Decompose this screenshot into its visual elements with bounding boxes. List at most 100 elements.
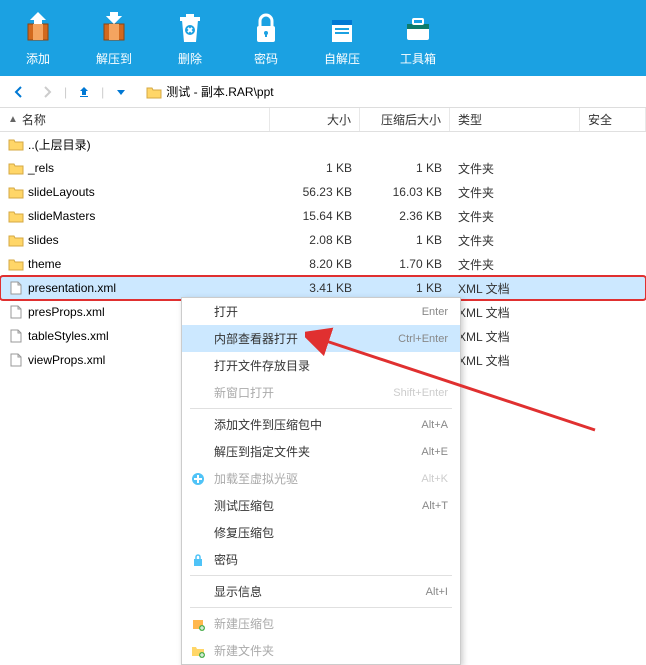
menu-shortcut: Ctrl+Enter (398, 333, 448, 345)
sfx-icon (324, 10, 360, 46)
menu-separator (190, 408, 452, 409)
menu-item[interactable]: 密码 (182, 546, 460, 573)
column-packed[interactable]: 压缩后大小 (360, 108, 450, 131)
toolbar-delete[interactable]: 删除 (152, 4, 228, 72)
menu-item: 新建文件夹 (182, 637, 460, 664)
menu-separator (190, 607, 452, 608)
file-row[interactable]: ..(上层目录) (0, 132, 646, 156)
toolbar-label: 密码 (254, 50, 278, 67)
menu-item[interactable]: 修复压缩包 (182, 519, 460, 546)
toolbar-extract[interactable]: 解压到 (76, 4, 152, 72)
file-row[interactable]: slideMasters15.64 KB2.36 KB文件夹 (0, 204, 646, 228)
file-type: XML 文档 (450, 352, 580, 369)
file-name: viewProps.xml (28, 353, 105, 367)
menu-item[interactable]: 打开Enter (182, 298, 460, 325)
menu-label: 内部查看器打开 (214, 330, 398, 347)
file-row[interactable]: slideLayouts56.23 KB16.03 KB文件夹 (0, 180, 646, 204)
menu-item[interactable]: 解压到指定文件夹Alt+E (182, 438, 460, 465)
menu-shortcut: Alt+T (422, 500, 448, 512)
file-name: slideLayouts (28, 185, 95, 199)
file-packed: 1 KB (360, 161, 450, 175)
menu-item: 加载至虚拟光驱Alt+K (182, 465, 460, 492)
file-packed: 1 KB (360, 233, 450, 247)
file-name: presProps.xml (28, 305, 105, 319)
file-packed: 16.03 KB (360, 185, 450, 199)
file-type: XML 文档 (450, 328, 580, 345)
file-name: tableStyles.xml (28, 329, 109, 343)
menu-shortcut: Alt+I (426, 586, 448, 598)
toolbar-sfx[interactable]: 自解压 (304, 4, 380, 72)
separator: | (101, 85, 104, 99)
extract-icon (96, 10, 132, 46)
menu-separator (190, 575, 452, 576)
nav-up-button[interactable] (73, 81, 95, 103)
toolbar-add[interactable]: 添加 (0, 4, 76, 72)
file-type: 文件夹 (450, 232, 580, 249)
add-icon (20, 10, 56, 46)
toolbar-label: 自解压 (324, 50, 360, 67)
nav-dropdown-button[interactable] (110, 81, 132, 103)
menu-label: 新建文件夹 (214, 642, 448, 659)
menu-item[interactable]: 显示信息Alt+I (182, 578, 460, 605)
menu-item[interactable]: 内部查看器打开Ctrl+Enter (182, 325, 460, 352)
menu-label: 解压到指定文件夹 (214, 443, 421, 460)
toolbar-toolbox[interactable]: 工具箱 (380, 4, 456, 72)
file-name: presentation.xml (28, 281, 116, 295)
file-packed: 2.36 KB (360, 209, 450, 223)
nav-bar: | | 测试 - 副本.RAR\ppt (0, 76, 646, 108)
menu-shortcut: Alt+K (421, 473, 448, 485)
toolbar-label: 解压到 (96, 50, 132, 67)
menu-item[interactable]: 打开文件存放目录 (182, 352, 460, 379)
breadcrumb-text: 测试 - 副本.RAR\ppt (166, 83, 273, 100)
menu-label: 新窗口打开 (214, 384, 393, 401)
nav-forward-button[interactable] (36, 81, 58, 103)
folder-new-icon (190, 643, 206, 659)
menu-shortcut: Alt+A (421, 419, 448, 431)
lock-icon (190, 552, 206, 568)
menu-label: 显示信息 (214, 583, 426, 600)
toolbox-icon (400, 10, 436, 46)
file-name: slides (28, 233, 59, 247)
menu-label: 测试压缩包 (214, 497, 422, 514)
column-type[interactable]: 类型 (450, 108, 580, 131)
menu-item[interactable]: 测试压缩包Alt+T (182, 492, 460, 519)
menu-label: 密码 (214, 551, 448, 568)
column-size[interactable]: 大小 (270, 108, 360, 131)
menu-item[interactable]: 添加文件到压缩包中Alt+A (182, 411, 460, 438)
plus-icon (190, 471, 206, 487)
column-name[interactable]: ▲名称 (0, 108, 270, 131)
file-type: 文件夹 (450, 160, 580, 177)
sort-indicator-icon: ▲ (8, 114, 18, 125)
file-row[interactable]: theme8.20 KB1.70 KB文件夹 (0, 252, 646, 276)
menu-label: 打开 (214, 303, 422, 320)
file-row[interactable]: _rels1 KB1 KB文件夹 (0, 156, 646, 180)
column-secure[interactable]: 安全 (580, 108, 646, 131)
menu-label: 加载至虚拟光驱 (214, 470, 421, 487)
file-type: 文件夹 (450, 256, 580, 273)
separator: | (64, 85, 67, 99)
file-type: 文件夹 (450, 208, 580, 225)
nav-back-button[interactable] (8, 81, 30, 103)
file-size: 1 KB (270, 161, 360, 175)
menu-shortcut: Shift+Enter (393, 387, 448, 399)
file-type: XML 文档 (450, 280, 580, 297)
file-size: 56.23 KB (270, 185, 360, 199)
context-menu: 打开Enter内部查看器打开Ctrl+Enter打开文件存放目录新窗口打开Shi… (181, 297, 461, 665)
file-row[interactable]: slides 2.08 KB1 KB文件夹 (0, 228, 646, 252)
file-size: 3.41 KB (270, 281, 360, 295)
file-name: ..(上层目录) (28, 136, 91, 153)
file-name: _rels (28, 161, 54, 175)
breadcrumb[interactable]: 测试 - 副本.RAR\ppt (146, 83, 273, 100)
file-size: 2.08 KB (270, 233, 360, 247)
password-icon (248, 10, 284, 46)
menu-label: 修复压缩包 (214, 524, 448, 541)
file-size: 8.20 KB (270, 257, 360, 271)
toolbar-label: 删除 (178, 50, 202, 67)
delete-icon (172, 10, 208, 46)
folder-icon (146, 85, 162, 99)
file-type: XML 文档 (450, 304, 580, 321)
file-name: theme (28, 257, 61, 271)
toolbar-label: 添加 (26, 50, 50, 67)
toolbar-password[interactable]: 密码 (228, 4, 304, 72)
file-packed: 1 KB (360, 281, 450, 295)
